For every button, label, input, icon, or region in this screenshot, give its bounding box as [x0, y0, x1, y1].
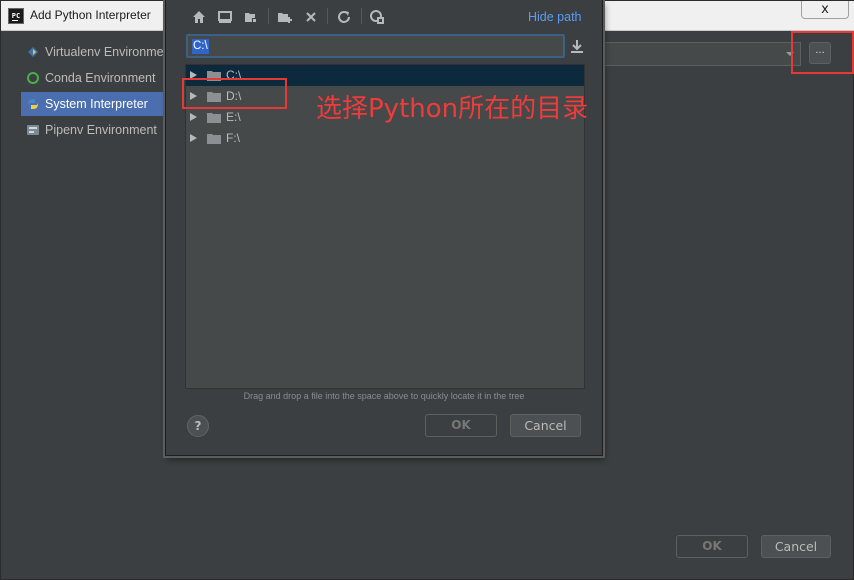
env-item-system-interpreter[interactable]: System Interpreter [21, 92, 171, 116]
desktop-icon[interactable] [217, 9, 233, 25]
conda-icon [27, 72, 39, 84]
window-title: Add Python Interpreter [30, 8, 151, 22]
env-item-pipenv[interactable]: Pipenv Environment [21, 118, 171, 142]
dialog-ok-button[interactable]: OK [425, 414, 497, 437]
tree-item-label: E:\ [226, 110, 241, 124]
annotation-highlight-d-drive [182, 78, 287, 109]
toolbar-separator [268, 8, 269, 24]
annotation-text: 选择Python所在的目录 [316, 94, 589, 124]
folder-icon [207, 113, 221, 123]
dialog-cancel-button[interactable]: Cancel [510, 414, 581, 437]
pycharm-icon: PC [8, 8, 24, 24]
env-label-pipenv: Pipenv Environment [45, 123, 157, 137]
show-hidden-icon[interactable] [369, 9, 385, 25]
download-icon[interactable] [570, 38, 584, 54]
env-label-conda: Conda Environment [45, 71, 156, 85]
refresh-icon[interactable] [336, 9, 352, 25]
hide-path-link[interactable]: Hide path [528, 10, 582, 24]
delete-icon[interactable] [303, 9, 319, 25]
home-icon[interactable] [191, 9, 207, 25]
interpreter-combo[interactable] [601, 42, 801, 66]
tree-item-f-drive[interactable]: F:\ [186, 128, 584, 149]
close-button[interactable]: x [801, 1, 849, 19]
annotation-highlight-browse [791, 31, 854, 74]
pipenv-icon [27, 125, 39, 135]
env-item-conda[interactable]: Conda Environment [21, 66, 171, 90]
virtualenv-icon [28, 47, 38, 57]
path-input-value: C:\ [192, 39, 209, 54]
folder-icon [207, 134, 221, 144]
help-button[interactable]: ? [187, 415, 209, 437]
file-chooser-dialog: Hide path C:\ C:\ D:\ E:\ F:\ Drag and d… [165, 0, 603, 456]
toolbar-separator [361, 8, 362, 24]
expand-arrow-icon[interactable] [190, 113, 197, 121]
path-input[interactable]: C:\ [186, 34, 565, 58]
env-item-virtualenv[interactable]: Virtualenv Environment [21, 40, 175, 64]
env-label-virtualenv: Virtualenv Environment [45, 45, 175, 59]
drag-drop-hint: Drag and drop a file into the space abov… [243, 391, 525, 401]
env-label-system: System Interpreter [45, 97, 148, 111]
python-icon [28, 99, 38, 109]
tree-item-label: F:\ [226, 131, 240, 145]
file-chooser-toolbar: Hide path [166, 0, 602, 32]
new-folder-icon[interactable] [277, 9, 293, 25]
cancel-button[interactable]: Cancel [761, 535, 831, 558]
ok-button[interactable]: OK [676, 535, 748, 558]
toolbar-separator [327, 8, 328, 24]
expand-arrow-icon[interactable] [190, 134, 197, 142]
project-folder-icon[interactable] [243, 9, 259, 25]
